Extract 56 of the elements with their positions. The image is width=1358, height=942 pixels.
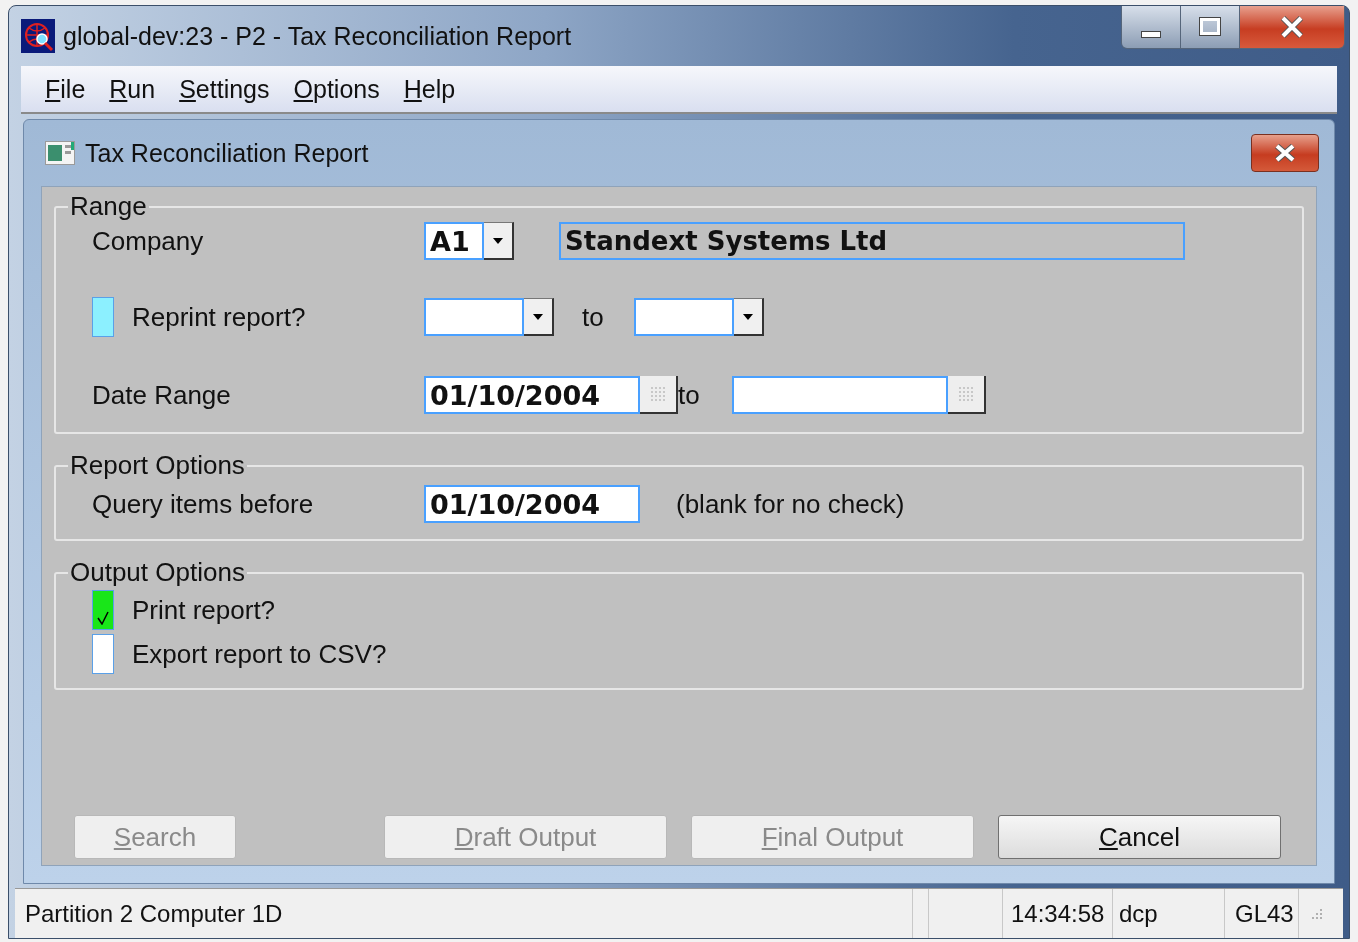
select-field[interactable] [424, 298, 524, 336]
name-field[interactable]: Standext Systems Ltd [559, 222, 1185, 260]
menu-item[interactable]: File [33, 72, 98, 106]
close-button[interactable] [1240, 6, 1344, 48]
close-button[interactable] [1251, 134, 1319, 172]
checkbox-label: Export report to CSV? [132, 638, 387, 670]
date-field[interactable]: 01/10/2004 [424, 376, 640, 414]
checkbox-label: Reprint report? [132, 301, 306, 333]
grid-icon [958, 387, 973, 401]
caret-icon [533, 313, 543, 320]
code-field[interactable]: A1 [424, 222, 484, 260]
close-icon [1279, 16, 1305, 38]
grid-icon [651, 387, 665, 401]
to-label: to [678, 379, 700, 411]
section-title: Range [69, 191, 148, 222]
field-label: Query items before [92, 488, 315, 520]
checkbox[interactable] [92, 297, 114, 337]
menu-item[interactable]: Settings [167, 72, 282, 106]
field-label: Company [92, 225, 205, 257]
menu-item[interactable]: Help [391, 72, 468, 106]
checkbox[interactable] [92, 590, 114, 630]
maximize-button[interactable] [1181, 6, 1240, 48]
minimize-button[interactable] [1122, 6, 1181, 48]
dropdown-button[interactable] [484, 222, 514, 260]
checkbox-label: Print report? [132, 594, 276, 626]
calendar-button[interactable] [640, 376, 678, 414]
calendar-button[interactable] [947, 376, 986, 414]
menu-item[interactable]: Run [97, 72, 168, 106]
date-field[interactable] [731, 376, 948, 414]
menu-item[interactable]: Options [281, 72, 392, 106]
form-icon [45, 141, 75, 165]
date-field[interactable]: 01/10/2004 [424, 485, 640, 523]
minimize-icon [1141, 30, 1161, 38]
to-label: to [582, 301, 604, 333]
caret-icon [493, 237, 503, 244]
section-title: Report Options [69, 450, 246, 481]
resize-grip-icon [1309, 906, 1323, 921]
status-user: dcp [1113, 889, 1225, 938]
window-title: global-dev:23 - P2 - Tax Reconciliation Report [63, 21, 573, 51]
status-time: 14:34:58 [1003, 889, 1113, 938]
dialog-button[interactable]: Cancel [998, 815, 1281, 859]
hint-text: (blank for no check) [676, 488, 905, 520]
close-icon [1273, 144, 1297, 162]
field-label: Date Range [92, 379, 232, 411]
status-program: GL43 [1225, 889, 1299, 938]
status-text: Partition 2 Computer 1D [15, 889, 913, 938]
checkmark-icon [97, 611, 109, 625]
select-field[interactable] [633, 298, 734, 336]
dropdown-button[interactable] [733, 298, 764, 336]
globe-icon [21, 19, 55, 53]
dialog-title: Tax Reconciliation Report [85, 138, 370, 168]
checkbox[interactable] [92, 634, 114, 674]
dropdown-button[interactable] [524, 298, 554, 336]
section-title: Output Options [69, 557, 246, 588]
maximize-icon [1198, 17, 1222, 37]
caret-icon [742, 313, 753, 320]
